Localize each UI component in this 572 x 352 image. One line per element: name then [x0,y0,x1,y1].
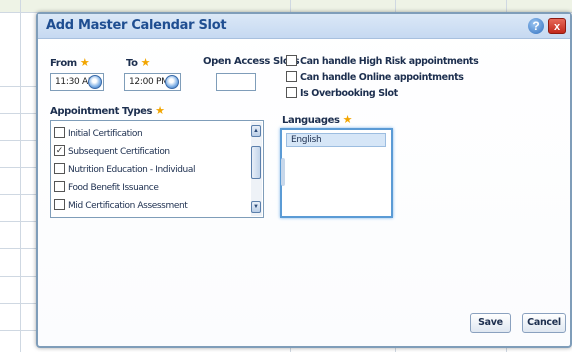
language-item-english[interactable]: English [286,133,386,147]
cancel-button[interactable]: Cancel [522,313,566,333]
languages-label: Languages ★ [282,113,352,126]
scroll-thumb[interactable] [251,146,261,179]
add-master-calendar-slot-dialog: Add Master Calendar Slot ? x From ★ 11:30… [36,12,572,348]
appointment-types-scrollbar[interactable]: ▲ ▼ [251,122,262,216]
overbooking-checkbox[interactable] [286,87,297,99]
appointment-type-label: Nutrition Education - Individual [68,164,196,175]
save-button[interactable]: Save [470,313,511,333]
appointment-types-label-text: Appointment Types [50,106,153,117]
appointment-types-label: Appointment Types ★ [50,104,165,117]
languages-resize-handle[interactable] [281,158,285,186]
appointment-types-list[interactable]: Initial Certification ✓ Subsequent Certif… [50,120,264,218]
appointment-type-checkbox[interactable] [54,181,65,193]
to-label: To ★ [126,56,150,69]
from-time-field[interactable]: 11:30 AM [50,73,104,91]
online-checkbox[interactable] [286,71,297,83]
background-toolbar [0,0,572,12]
required-star-icon: ★ [79,56,90,69]
appointment-type-checkbox-checked[interactable]: ✓ [54,145,65,157]
scroll-up-icon[interactable]: ▲ [251,125,261,137]
from-label-text: From [50,58,77,69]
close-icon[interactable]: x [548,18,566,34]
languages-label-text: Languages [282,115,340,126]
scroll-down-icon[interactable]: ▼ [251,201,261,213]
open-access-slots-input[interactable] [216,73,256,91]
appointment-type-label: Mid Certification Assessment [68,200,188,211]
dialog-title: Add Master Calendar Slot [46,18,227,33]
required-star-icon: ★ [342,113,353,126]
high-risk-checkbox[interactable] [286,55,297,67]
appointment-type-item[interactable]: Mid Certification Assessment [54,197,188,211]
to-time-field[interactable]: 12:00 PM [124,73,181,91]
from-label: From ★ [50,56,90,69]
appointment-type-item[interactable]: Nutrition Education - Individual [54,161,195,175]
overbooking-checkbox-row[interactable]: Is Overbooking Slot [286,85,398,100]
appointment-type-item[interactable]: ✓ Subsequent Certification [54,143,170,157]
appointment-type-item[interactable]: Initial Certification [54,125,143,139]
online-label: Can handle Online appointments [300,72,464,84]
appointment-type-label: Food Benefit Issuance [68,182,159,193]
open-access-slots-label: Open Access Slots [203,56,300,67]
high-risk-label: Can handle High Risk appointments [300,56,479,68]
clock-icon[interactable] [88,75,102,89]
appointment-type-checkbox[interactable] [54,127,65,139]
help-icon[interactable]: ? [528,18,544,34]
appointment-type-item[interactable]: Food Benefit Issuance [54,179,159,193]
required-star-icon: ★ [140,56,151,69]
appointment-type-label: Subsequent Certification [68,146,170,157]
appointment-type-checkbox[interactable] [54,199,65,211]
required-star-icon: ★ [155,104,165,117]
dialog-titlebar[interactable]: Add Master Calendar Slot ? x [38,14,570,39]
to-time-value: 12:00 PM [129,77,169,87]
appointment-type-label: Initial Certification [68,128,143,139]
to-label-text: To [126,58,138,69]
online-checkbox-row[interactable]: Can handle Online appointments [286,69,464,84]
appointment-type-checkbox[interactable] [54,163,65,175]
languages-list[interactable]: English [280,128,393,218]
clock-icon[interactable] [165,75,179,89]
high-risk-checkbox-row[interactable]: Can handle High Risk appointments [286,53,479,68]
overbooking-label: Is Overbooking Slot [300,88,398,100]
